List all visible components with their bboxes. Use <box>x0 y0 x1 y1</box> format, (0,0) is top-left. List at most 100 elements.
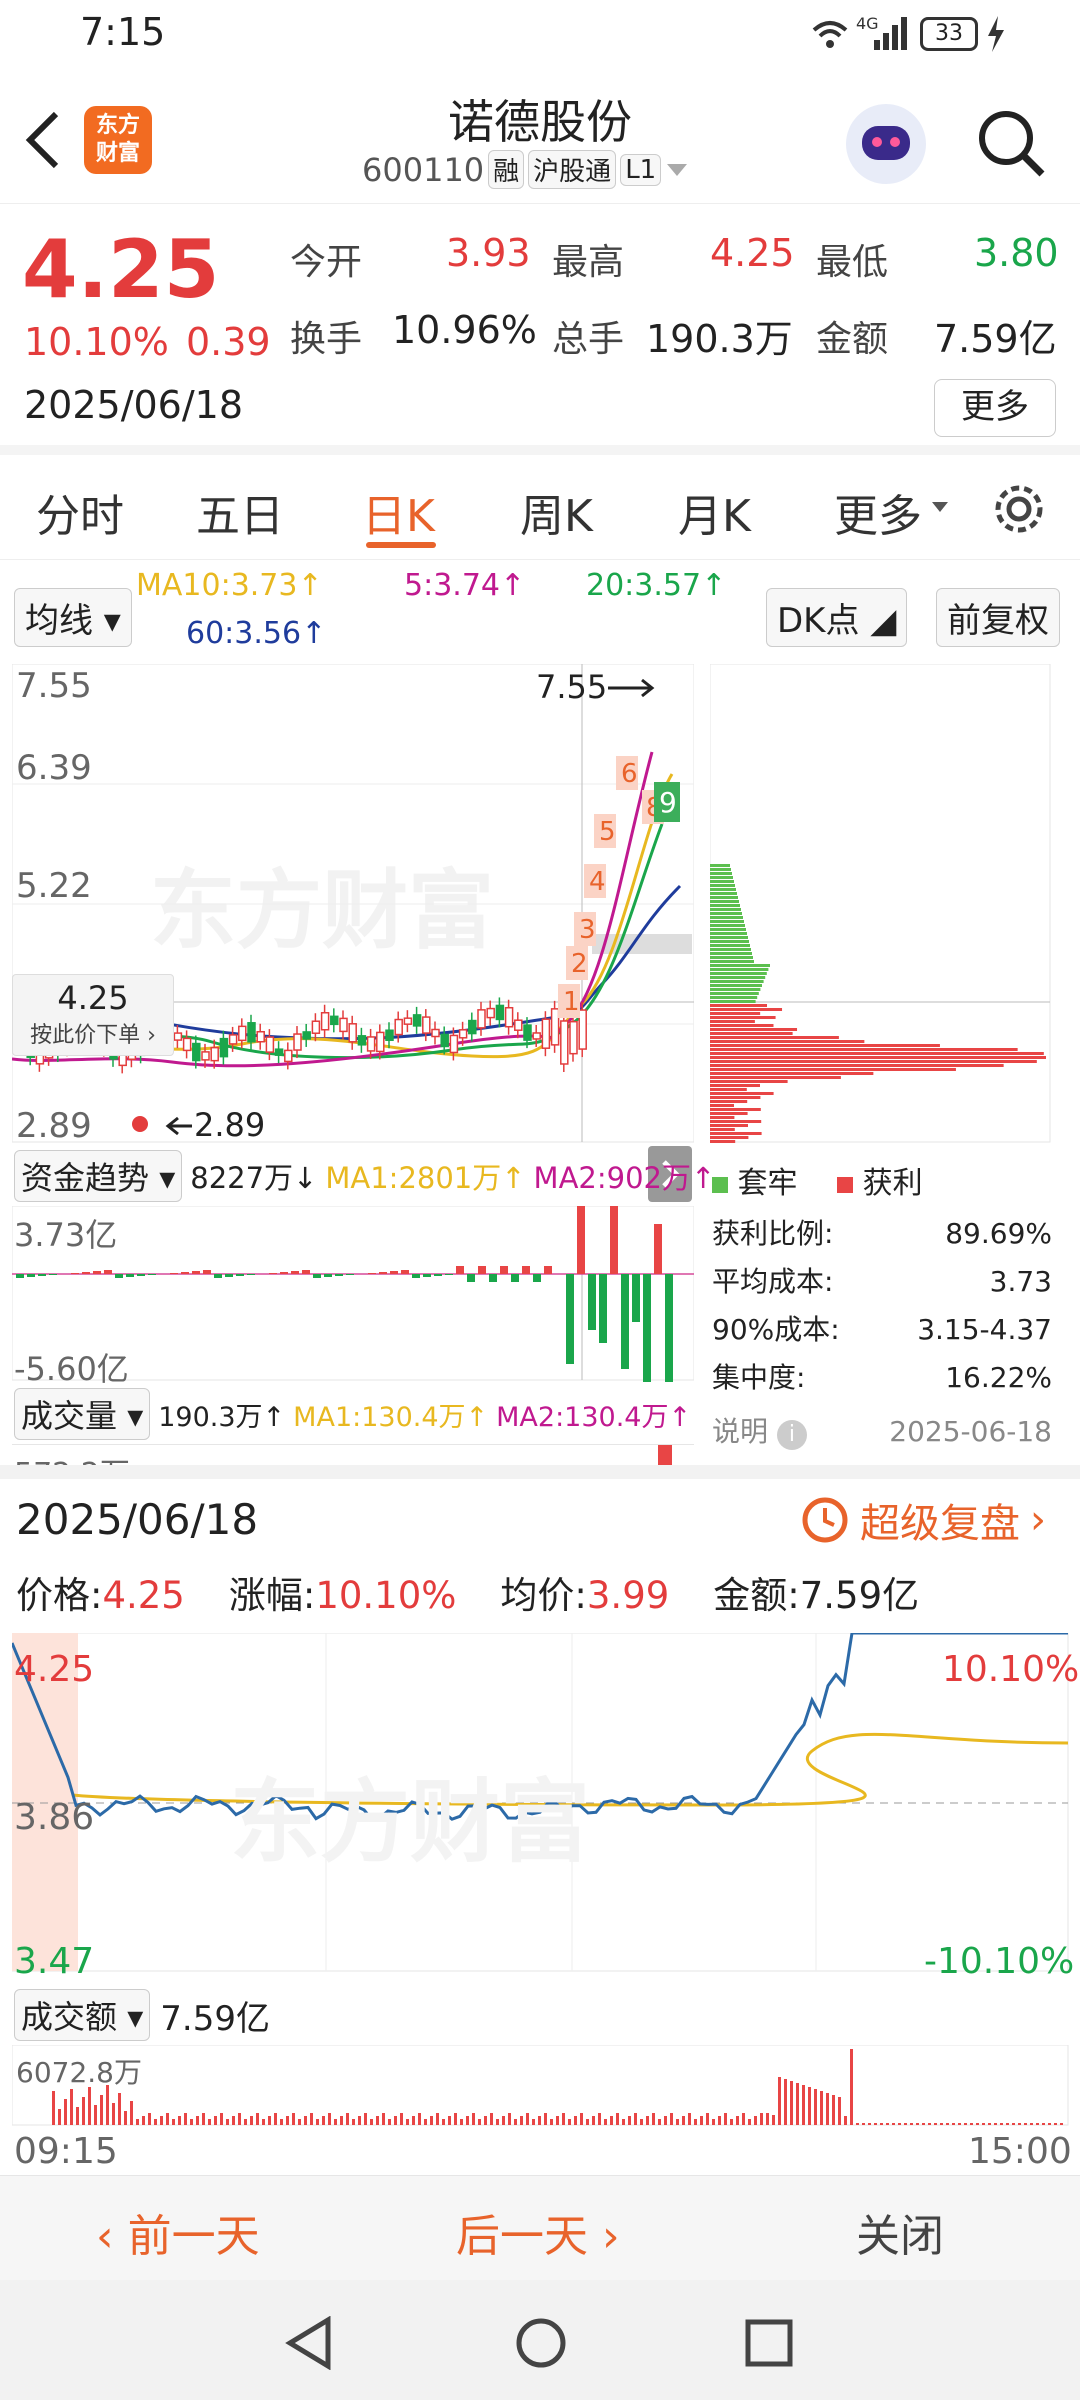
status-bar: 7:15 4G 33 <box>0 0 1080 72</box>
fund-bar <box>236 1274 244 1276</box>
chip-bar <box>710 1052 1044 1055</box>
amount-bar <box>520 2116 523 2125</box>
fund-bar <box>401 1270 409 1274</box>
super-replay-button[interactable]: 超级复盘 › <box>800 1491 1046 1549</box>
amount-bar <box>754 2116 757 2125</box>
amount-selector[interactable]: 成交额 ▾ <box>14 1989 151 2041</box>
tab-monthly-k[interactable]: 月K <box>678 480 751 544</box>
intraday-y-mid: 3.86 <box>14 1797 95 1838</box>
amount-bar <box>448 2116 451 2125</box>
tab-daily-k[interactable]: 日K <box>362 480 435 544</box>
chip-distribution-chart[interactable] <box>710 664 1052 1144</box>
dk-point-button[interactable]: DK点 ◢ <box>766 588 908 647</box>
kline-candle <box>532 1032 541 1040</box>
low-value: 3.80 <box>974 231 1059 275</box>
chip-bar <box>710 948 751 951</box>
amount-bar <box>280 2119 283 2125</box>
fund-bar <box>104 1270 112 1274</box>
kline-candle <box>330 1015 339 1026</box>
volume-bar <box>658 1445 672 1465</box>
last-price: 4.25 <box>22 223 220 316</box>
chip-bar <box>710 936 748 939</box>
nav-recents-icon[interactable] <box>744 2318 794 2368</box>
tab-five-day[interactable]: 五日 <box>196 480 284 544</box>
amount-bar <box>196 2116 199 2125</box>
chip-bar <box>710 1108 761 1111</box>
amount-bar <box>124 2111 127 2125</box>
prev-day-button[interactable]: ‹ 前一天 <box>96 2200 260 2264</box>
kline-candle <box>412 1014 422 1027</box>
fund-bar <box>148 1274 156 1275</box>
amount-bar <box>214 2116 217 2125</box>
cursor-price-popup[interactable]: 4.25 按此价下单 › <box>12 974 174 1056</box>
kline-candle <box>376 1031 385 1053</box>
kline-chart[interactable]: 1 2 3 4 5 6 8 9 7.55 2.89 <box>12 664 694 1144</box>
nav-home-icon[interactable] <box>514 2316 568 2370</box>
amount-bar <box>256 2113 259 2125</box>
close-button[interactable]: 关闭 <box>856 2200 944 2264</box>
amount-bar <box>568 2119 571 2125</box>
volume-selector[interactable]: 成交量 ▾ <box>14 1388 151 1440</box>
vol-y-top: 572.2万 <box>14 1449 130 1465</box>
fund-bar <box>170 1273 178 1274</box>
day-detail-panel: 2025/06/18 超级复盘 › 价格:4.25 涨幅:10.10% 均价:3.… <box>0 1465 1080 2175</box>
next-day-button[interactable]: 后一天 › <box>456 2200 620 2264</box>
intraday-pct-top: 10.10% <box>942 1649 1080 1690</box>
count-5: 5 <box>599 817 616 847</box>
fund-bar <box>423 1274 431 1277</box>
wifi-icon <box>812 21 848 48</box>
amount-bar <box>826 2093 829 2125</box>
chip-bar <box>710 1020 755 1023</box>
kline-candle <box>348 1023 357 1043</box>
kline-candle <box>440 1033 449 1048</box>
order-at-price-link: 按此价下单 › <box>30 1023 156 1048</box>
settings-gear-icon[interactable] <box>990 480 1048 538</box>
tab-intraday[interactable]: 分时 <box>36 480 124 544</box>
price-adjust-button[interactable]: 前复权 <box>936 588 1060 647</box>
chip-bar <box>710 1140 736 1143</box>
amount-bar <box>592 2116 595 2125</box>
ma-selector[interactable]: 均线 ▾ <box>14 588 132 647</box>
kline-candle <box>541 1018 551 1049</box>
kline-candle <box>449 1034 459 1054</box>
dropdown-icon[interactable] <box>665 162 689 178</box>
tab-more[interactable]: 更多 <box>834 480 922 544</box>
fund-bar <box>643 1274 651 1382</box>
battery-icon: 33 <box>920 17 978 51</box>
fund-bar <box>456 1266 464 1274</box>
kline-candle <box>486 1007 495 1019</box>
kline-candle <box>238 1025 247 1042</box>
fund-bar <box>500 1266 508 1274</box>
chip-bar <box>710 1016 776 1019</box>
fund-bar <box>621 1274 629 1369</box>
tab-weekly-k[interactable]: 周K <box>520 480 593 544</box>
search-icon[interactable] <box>976 108 1048 180</box>
amount-bar <box>706 2113 709 2125</box>
fund-bar <box>82 1272 90 1274</box>
chip-bar <box>710 1076 841 1079</box>
fund-trend-selector[interactable]: 资金趋势 ▾ <box>14 1150 183 1202</box>
intraday-pct-bottom: -10.10% <box>924 1941 1075 1982</box>
chip-bar <box>710 1024 774 1027</box>
amount-bar <box>760 2113 763 2125</box>
amount-bar <box>202 2113 205 2125</box>
amount-bar <box>1054 2123 1057 2125</box>
amount-bar <box>472 2113 475 2125</box>
amount-bar <box>436 2113 439 2125</box>
more-button[interactable]: 更多 <box>934 379 1056 437</box>
kline-candle <box>578 1009 587 1050</box>
intraday-amount-chart[interactable] <box>12 2045 1070 2127</box>
nav-back-icon[interactable] <box>284 2316 334 2370</box>
amount-bar <box>730 2119 733 2125</box>
amount-bar <box>358 2116 361 2125</box>
amount-bar <box>1042 2123 1045 2125</box>
time-start: 09:15 <box>14 2131 118 2172</box>
assistant-avatar[interactable] <box>846 104 926 184</box>
kline-candle <box>293 1033 302 1051</box>
amount-bar <box>976 2123 979 2125</box>
amount-bar <box>514 2119 517 2125</box>
fund-bar <box>379 1272 387 1274</box>
high-label: 最高 <box>552 242 625 283</box>
chip-bar <box>710 1096 761 1099</box>
amount-bar <box>52 2091 55 2125</box>
